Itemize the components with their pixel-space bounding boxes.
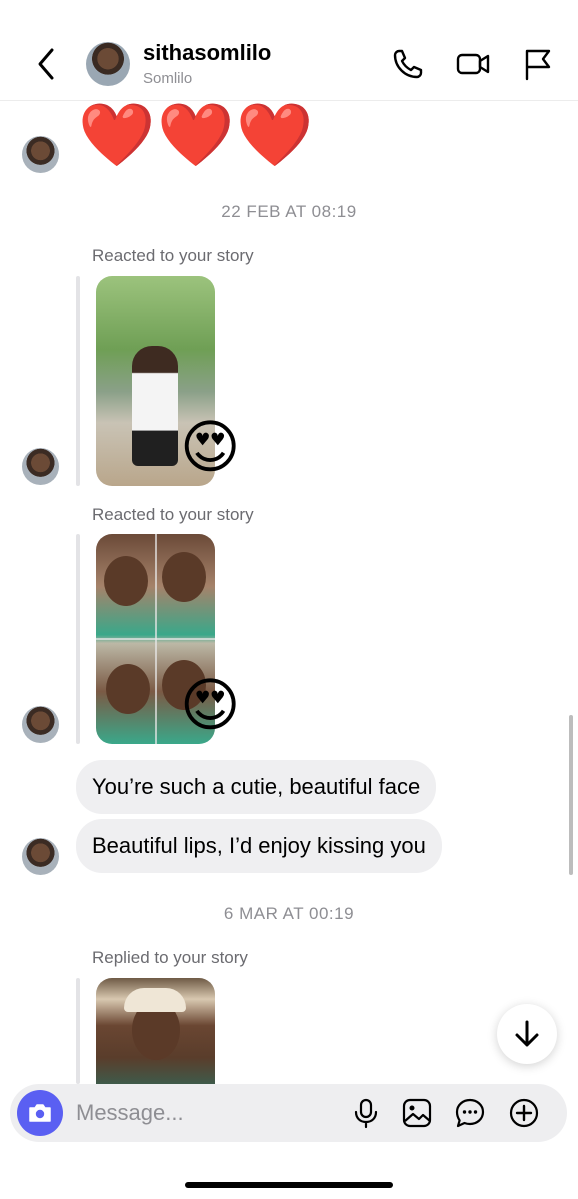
home-indicator[interactable] — [185, 1182, 393, 1188]
quote-bar — [76, 534, 80, 744]
message-bubble[interactable]: You’re such a cutie, beautiful face — [76, 760, 437, 814]
flag-icon[interactable] — [520, 46, 556, 82]
username[interactable]: sithasomlilo — [143, 40, 271, 66]
quote-bar — [76, 978, 80, 1084]
scroll-to-bottom-button[interactable] — [497, 1004, 557, 1064]
plus-circle-icon[interactable] — [508, 1097, 540, 1129]
story-person — [132, 346, 178, 466]
chat-bubble-icon[interactable] — [454, 1097, 486, 1129]
story-reply-label: Replied to your story — [92, 948, 248, 967]
hearts-message[interactable]: ❤️❤️❤️ — [78, 100, 316, 172]
microphone-icon[interactable] — [350, 1097, 382, 1129]
story-face — [106, 664, 150, 714]
camera-icon — [26, 1099, 54, 1127]
story-face — [104, 556, 148, 606]
heart-eyes-reaction: 😍 — [180, 673, 241, 738]
story-reaction-label: Reacted to your story — [92, 505, 254, 524]
message-input[interactable] — [76, 1098, 336, 1128]
message-composer — [10, 1084, 567, 1142]
arrow-down-icon — [511, 1018, 543, 1050]
header-avatar[interactable] — [86, 42, 130, 86]
chat-header: sithasomlilo Somlilo — [0, 0, 578, 101]
video-camera-icon[interactable] — [455, 46, 491, 82]
message-bubble[interactable]: Beautiful lips, I’d enjoy kissing you — [76, 819, 442, 873]
collage-divider — [96, 638, 215, 640]
sender-avatar[interactable] — [22, 838, 59, 875]
sender-avatar[interactable] — [22, 136, 59, 173]
story-face — [162, 552, 206, 602]
camera-button[interactable] — [17, 1090, 63, 1136]
chevron-left-icon[interactable] — [30, 44, 64, 84]
story-cap — [124, 988, 186, 1012]
user-subtitle: Somlilo — [143, 70, 193, 87]
sender-avatar[interactable] — [22, 706, 59, 743]
sender-avatar[interactable] — [22, 448, 59, 485]
scrollbar[interactable] — [569, 715, 573, 875]
image-icon[interactable] — [401, 1097, 433, 1129]
quote-bar — [76, 276, 80, 486]
heart-eyes-reaction: 😍 — [180, 415, 241, 480]
story-thumbnail[interactable] — [96, 978, 215, 1084]
phone-icon[interactable] — [390, 46, 426, 82]
date-separator: 22 FEB AT 08:19 — [221, 202, 357, 221]
date-separator: 6 MAR AT 00:19 — [223, 904, 355, 923]
story-reaction-label: Reacted to your story — [92, 246, 254, 265]
